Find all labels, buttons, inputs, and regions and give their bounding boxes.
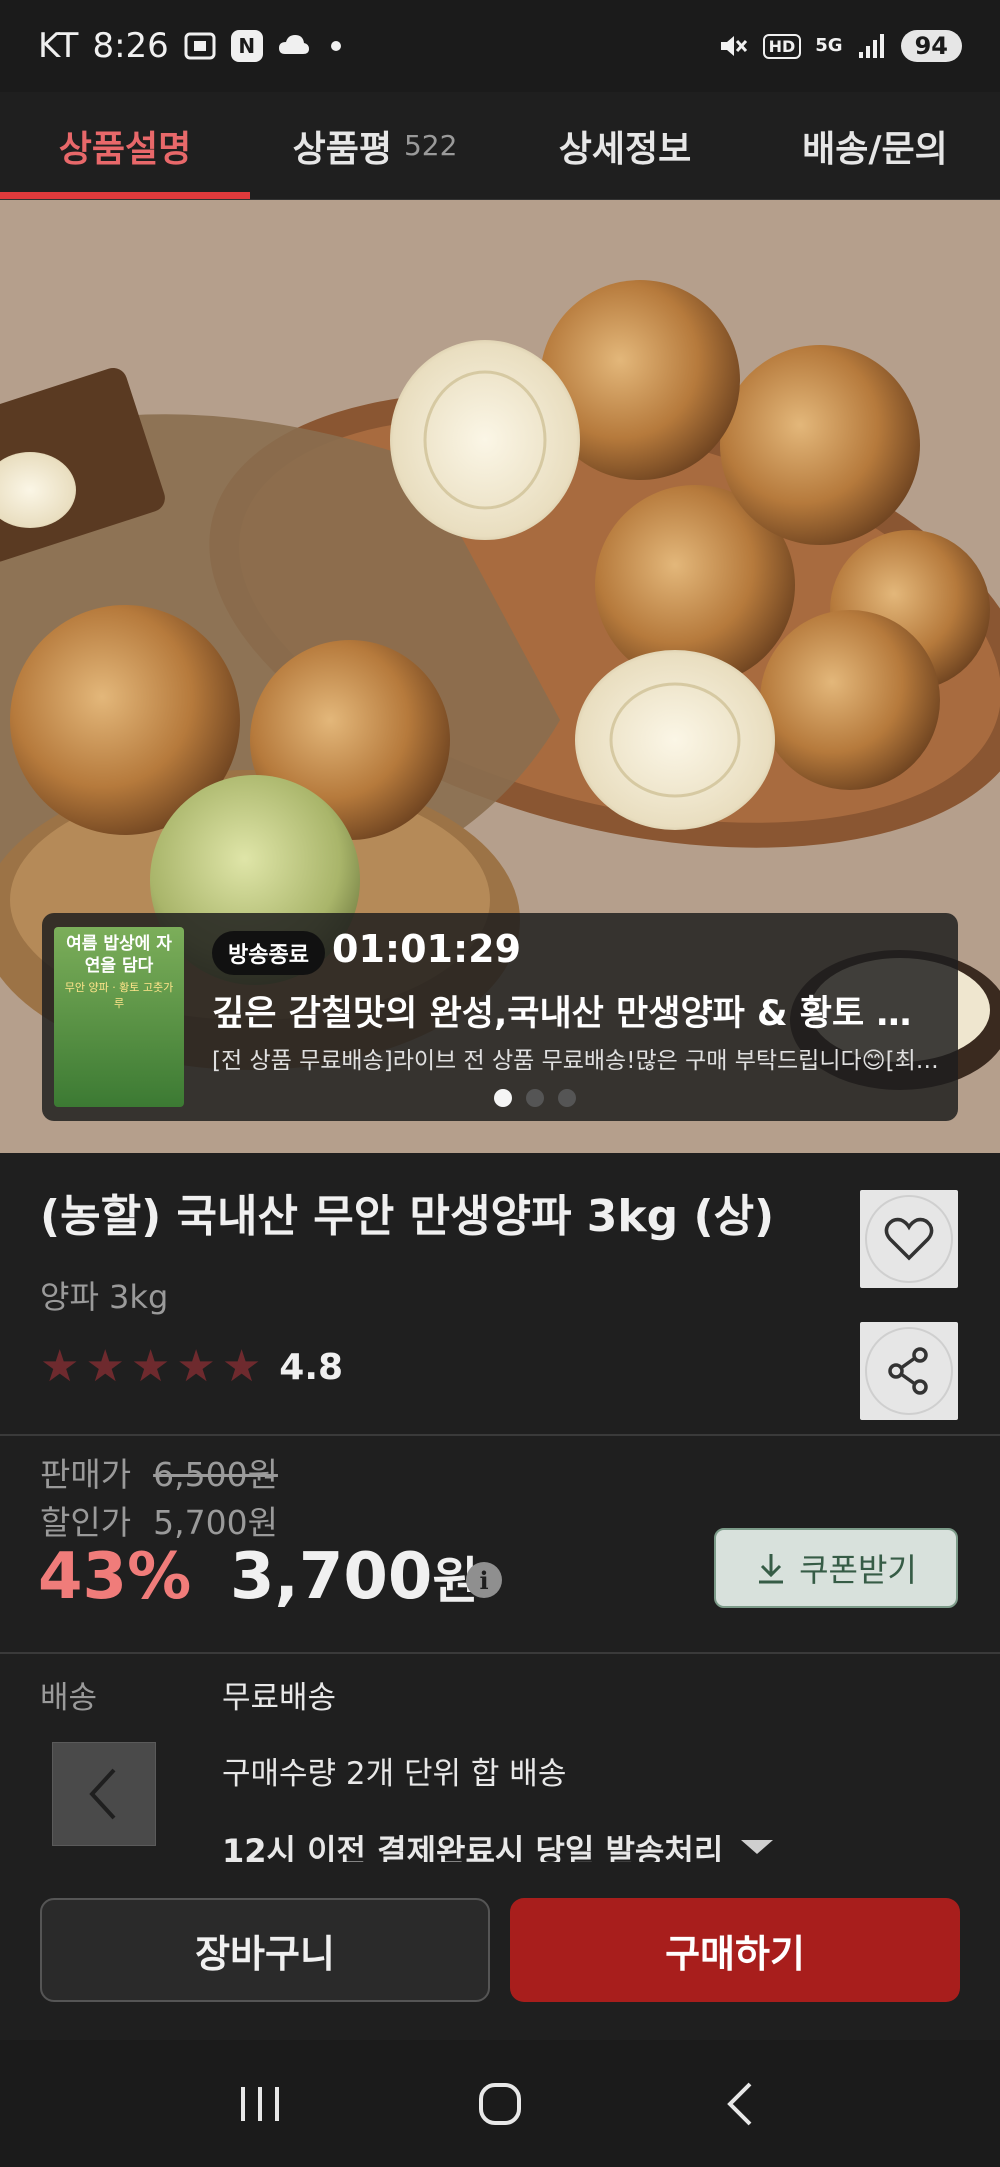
buy-now-button[interactable]: 구매하기 [510, 1898, 960, 2002]
discount-rate: 43% [38, 1540, 192, 1614]
shipping-bundle-info: 구매수량 2개 단위 합 배송 [222, 1756, 567, 1792]
pagination-dot[interactable] [494, 1089, 512, 1107]
tab-reviews[interactable]: 상품평 522 [250, 92, 500, 199]
product-page: KT 8:26 N HD 5G 94 상품설명 상품평 522 상세정보 배송/… [0, 0, 1000, 2167]
signal-icon [857, 32, 887, 60]
thumbnail-subline: 무안 양파 · 황토 고춧가루 [64, 981, 174, 1010]
pagination-dot[interactable] [526, 1089, 544, 1107]
clock: 8:26 [92, 26, 169, 66]
status-right: HD 5G 94 [717, 30, 962, 62]
download-icon [759, 1554, 784, 1584]
tab-label: 상품설명 [58, 128, 192, 170]
tab-label: 상품평 [292, 128, 392, 170]
shipping-label: 배송 [40, 1680, 98, 1716]
mail-icon [741, 1840, 774, 1854]
collapse-back-button[interactable] [52, 1742, 156, 1846]
back-button[interactable] [695, 2059, 785, 2149]
cloud-app-icon [277, 32, 311, 60]
divider [0, 1652, 1000, 1654]
live-thumbnail: 여름 밥상에 자연을 담다 무안 양파 · 황토 고춧가루 [54, 927, 184, 1107]
product-tabs: 상품설명 상품평 522 상세정보 배송/문의 [0, 92, 1000, 200]
sale-price-row: 판매가 6,500원 [40, 1448, 278, 1496]
banner-pagination [494, 1089, 576, 1107]
thumbnail-headline: 여름 밥상에 자연을 담다 [66, 934, 172, 976]
star-icon: ★ [85, 1341, 125, 1392]
recent-apps-icon [241, 2086, 279, 2121]
product-rating[interactable]: ★ ★ ★ ★ ★ 4.8 [40, 1345, 343, 1389]
system-navigation-bar [0, 2040, 1000, 2167]
broadcast-status-badge: 방송종료 [212, 931, 325, 975]
share-icon [888, 1347, 928, 1395]
tab-label: 배송/문의 [802, 128, 948, 170]
coupon-download-button[interactable]: 쿠폰받기 [714, 1528, 958, 1608]
home-button[interactable] [455, 2059, 545, 2149]
hd-voice-icon: HD [762, 33, 802, 59]
shipping-fee: 무료배송 [222, 1680, 337, 1716]
divider [0, 1434, 1000, 1436]
chevron-left-icon [89, 1768, 116, 1820]
tab-label: 상세정보 [558, 128, 692, 170]
review-count: 522 [403, 129, 458, 162]
discount-price: 5,700원 [153, 1503, 278, 1542]
status-left: KT 8:26 N [38, 26, 341, 66]
broadcast-subtitle: [전 상품 무료배송]라이브 전 상품 무료배송!많은 구매 부탁드립니다😊[최… [212, 1048, 942, 1074]
back-icon [727, 2082, 752, 2125]
tab-description[interactable]: 상품설명 [0, 92, 250, 199]
final-price-amount: 3,700 [230, 1540, 433, 1614]
product-option-summary: 양파 3kg [40, 1278, 169, 1316]
rating-value: 4.8 [279, 1346, 344, 1388]
tab-details[interactable]: 상세정보 [500, 92, 750, 199]
product-hero-image[interactable]: 여름 밥상에 자연을 담다 무안 양파 · 황토 고춧가루 방송종료 01:01… [0, 200, 1000, 1153]
final-price: 3,700원 [230, 1540, 478, 1614]
star-icon: ★ [221, 1341, 262, 1392]
broadcast-timer: 01:01:29 [332, 927, 522, 971]
bottom-action-bar: 장바구니 구매하기 [0, 1862, 1000, 2040]
network-5g-icon: 5G [815, 35, 843, 56]
heart-icon [884, 1217, 934, 1261]
wishlist-circle [865, 1195, 953, 1283]
star-icon: ★ [40, 1341, 80, 1392]
home-icon [479, 2082, 521, 2125]
carrier-label: KT [38, 26, 79, 66]
star-icon: ★ [176, 1341, 216, 1392]
recent-apps-button[interactable] [215, 2059, 305, 2149]
share-button[interactable] [860, 1322, 958, 1420]
star-icon: ★ [130, 1341, 171, 1392]
battery-indicator: 94 [900, 30, 962, 62]
discount-price-label: 할인가 [40, 1503, 132, 1542]
sale-price-label: 판매가 [40, 1455, 132, 1494]
info-icon[interactable]: i [466, 1562, 502, 1598]
pagination-dot[interactable] [558, 1089, 576, 1107]
notification-dot-icon [330, 41, 341, 51]
discount-price-row: 할인가 5,700원 [40, 1496, 278, 1544]
screenshot-icon [183, 31, 217, 61]
product-title: (농할) 국내산 무안 만생양파 3kg (상) [40, 1191, 775, 1242]
naver-app-icon: N [230, 30, 263, 62]
broadcast-title: 깊은 감칠맛의 완성,국내산 만생양파 & 황토 고춧가루 [212, 994, 942, 1034]
sale-price: 6,500원 [153, 1455, 278, 1494]
add-to-cart-button[interactable]: 장바구니 [40, 1898, 490, 2002]
coupon-label: 쿠폰받기 [799, 1551, 917, 1589]
share-circle [865, 1327, 953, 1415]
status-bar: KT 8:26 N HD 5G 94 [0, 0, 1000, 92]
wishlist-button[interactable] [860, 1190, 958, 1288]
live-broadcast-banner[interactable]: 여름 밥상에 자연을 담다 무안 양파 · 황토 고춧가루 방송종료 01:01… [42, 913, 958, 1121]
mute-icon [717, 31, 749, 61]
tab-shipping-inquiry[interactable]: 배송/문의 [750, 92, 1000, 199]
